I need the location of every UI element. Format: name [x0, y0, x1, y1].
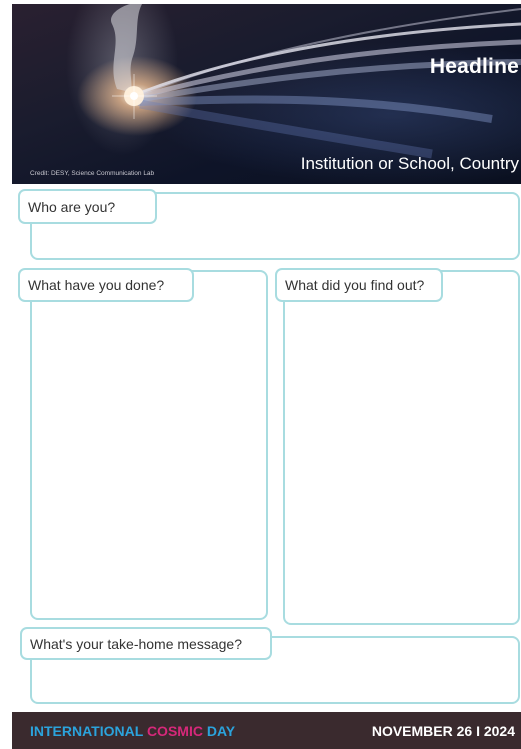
institution-line: Institution or School, Country — [300, 154, 519, 173]
message-label: What's your take-home message? — [20, 627, 272, 660]
image-credit: Credit: DESY, Science Communication Lab — [30, 170, 155, 177]
event-brand: INTERNATIONAL COSMIC DAY — [30, 723, 235, 739]
done-label: What have you done? — [18, 268, 194, 302]
found-box[interactable] — [283, 270, 520, 625]
found-label: What did you find out? — [275, 268, 443, 302]
event-date: NOVEMBER 26 I 2024 — [371, 722, 515, 739]
brand-word-international: INTERNATIONAL — [30, 722, 144, 739]
headline: Headline — [429, 55, 519, 78]
who-label: Who are you? — [18, 189, 157, 224]
header-banner: Headline Institution or School, Country … — [12, 4, 521, 184]
footer-bar: INTERNATIONAL COSMIC DAY NOVEMBER 26 I 2… — [12, 712, 521, 749]
brand-word-cosmic: COSMIC — [146, 722, 203, 739]
brand-word-day: DAY — [206, 722, 236, 739]
done-box[interactable] — [30, 270, 268, 620]
